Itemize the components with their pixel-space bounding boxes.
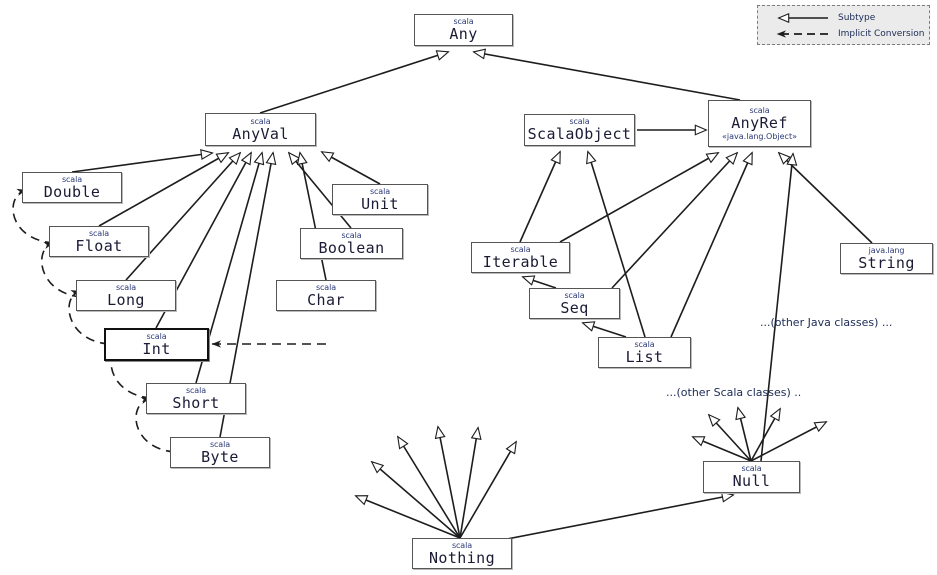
nothing-subtype-fan <box>356 427 516 539</box>
class-node-byte[interactable]: scala Byte <box>170 437 270 468</box>
legend-row-implicit: Implicit Conversion <box>766 26 924 42</box>
stereotype-label: «java.lang.Object» <box>722 132 797 141</box>
class-node-anyref[interactable]: scala AnyRef «java.lang.Object» <box>708 100 811 147</box>
class-name-label: List <box>625 347 664 366</box>
class-name-label: Any <box>449 25 478 43</box>
legend-label-implicit: Implicit Conversion <box>838 29 925 39</box>
class-node-int[interactable]: scala Int <box>104 328 209 361</box>
class-node-long[interactable]: scala Long <box>76 280 176 311</box>
class-name-label: Int <box>142 339 171 358</box>
class-node-scalaobject[interactable]: scala ScalaObject <box>524 114 635 146</box>
class-node-null[interactable]: scala Null <box>703 461 800 493</box>
class-name-label: Null <box>732 472 771 490</box>
class-node-iterable[interactable]: scala Iterable <box>471 242 570 273</box>
class-name-label: Boolean <box>318 238 385 257</box>
class-node-anyval[interactable]: scala AnyVal <box>205 113 316 146</box>
class-name-label: Char <box>307 290 345 309</box>
legend-label-subtype: Subtype <box>838 13 876 23</box>
class-node-char[interactable]: scala Char <box>276 280 376 311</box>
class-node-seq[interactable]: scala Seq <box>529 288 620 319</box>
legend-box: Subtype Implicit Conversion <box>757 5 930 45</box>
note-other-scala-classes: ...(other Scala classes) .. <box>666 386 802 399</box>
class-node-short[interactable]: scala Short <box>146 383 246 414</box>
legend-row-subtype: Subtype <box>766 10 875 26</box>
class-name-label: Long <box>107 290 145 309</box>
class-node-list[interactable]: scala List <box>598 337 691 368</box>
class-node-boolean[interactable]: scala Boolean <box>300 228 403 259</box>
note-other-java-classes: ...(other Java classes) ... <box>760 316 893 329</box>
class-node-unit[interactable]: scala Unit <box>332 184 428 215</box>
class-node-float[interactable]: scala Float <box>49 226 149 257</box>
class-name-label: Double <box>43 182 101 201</box>
class-name-label: Byte <box>201 447 239 466</box>
class-name-label: Float <box>75 236 123 255</box>
class-name-label: Seq <box>560 298 589 317</box>
class-node-double[interactable]: scala Double <box>22 172 122 203</box>
class-name-label: Short <box>172 393 220 412</box>
class-diagram-canvas: scala Any scala AnyVal scala ScalaObject… <box>0 0 937 575</box>
class-name-label: AnyRef <box>731 114 788 132</box>
null-subtype-fan <box>693 408 826 462</box>
class-name-label: AnyVal <box>232 124 289 143</box>
implicit-conversion-line-icon <box>776 30 828 38</box>
class-name-label: Iterable <box>482 252 559 271</box>
class-name-label: Nothing <box>428 548 495 567</box>
subtype-line-icon <box>766 12 828 24</box>
class-node-nothing[interactable]: scala Nothing <box>412 538 512 569</box>
class-node-string[interactable]: java.lang String <box>840 243 933 274</box>
class-name-label: ScalaObject <box>527 125 632 143</box>
class-name-label: String <box>858 253 915 272</box>
class-name-label: Unit <box>361 194 399 213</box>
class-node-any[interactable]: scala Any <box>414 14 513 46</box>
